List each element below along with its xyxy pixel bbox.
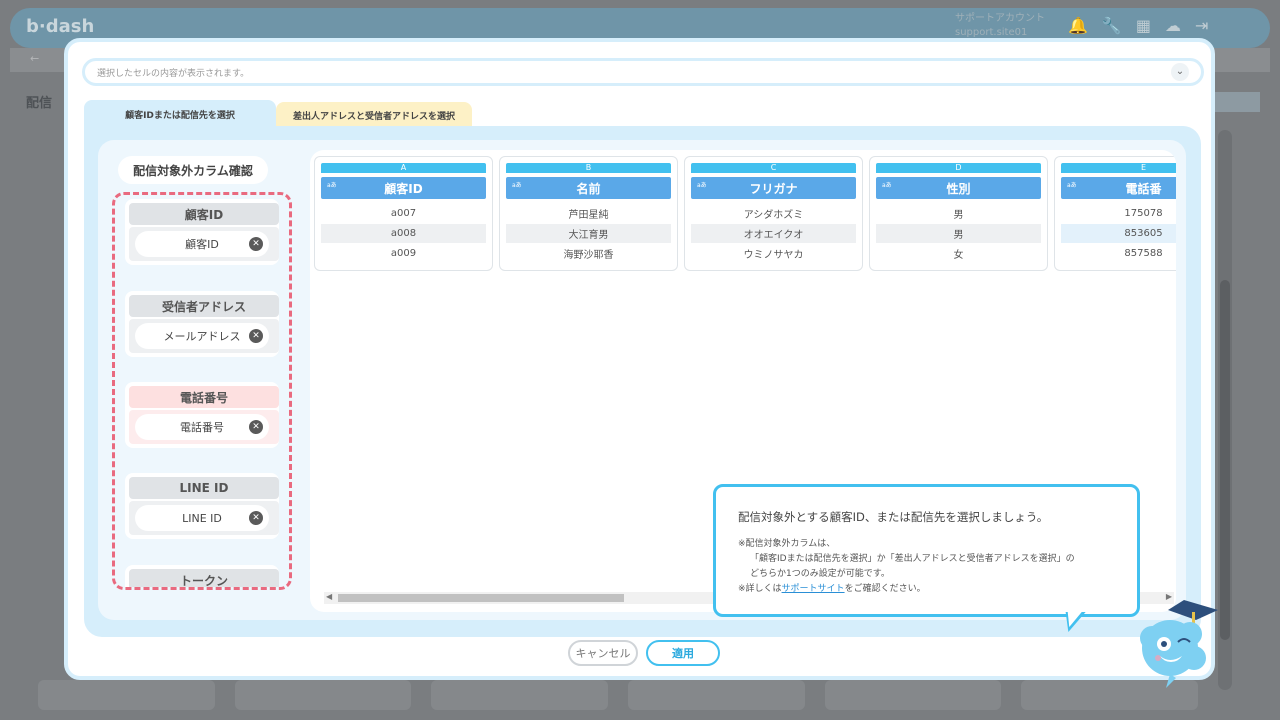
cancel-button[interactable]: キャンセル (568, 640, 638, 666)
group-header: トークン (129, 569, 279, 587)
table-cell[interactable]: a009 (321, 244, 486, 263)
column-name: 顧客ID (384, 181, 423, 196)
table-cell[interactable]: 女 (876, 244, 1041, 263)
table-cell[interactable]: a008 (321, 224, 486, 243)
column-name: 性別 (946, 181, 971, 196)
excluded-columns-title: 配信対象外カラム確認 (118, 156, 268, 184)
group-header: 電話番号 (129, 386, 279, 408)
column-header[interactable]: aあ 性別 (876, 177, 1041, 199)
table-cell[interactable]: アシダホズミ (691, 204, 856, 223)
text-type-icon: aあ (512, 182, 522, 189)
table-cell[interactable]: オオエイクオ (691, 224, 856, 243)
tab-customer-id-or-destination[interactable]: 顧客IDまたは配信先を選択 (84, 100, 276, 128)
group-token: トークン (125, 565, 279, 587)
chevron-down-icon[interactable]: ⌄ (1171, 63, 1189, 81)
remove-icon[interactable]: ✕ (249, 237, 263, 251)
table-cell[interactable]: 大江育男 (506, 224, 671, 243)
logout-icon[interactable]: ⇥ (1195, 16, 1222, 35)
table-cell[interactable]: ウミノサヤカ (691, 244, 856, 263)
bg-action-bar (1210, 92, 1260, 112)
apps-grid-icon[interactable]: ▦ (1136, 16, 1165, 35)
page-title: 配信 (26, 96, 53, 111)
apply-button[interactable]: 適用 (646, 640, 720, 666)
column-card-d[interactable]: D aあ 性別 男 男 女 (869, 156, 1048, 271)
text-type-icon: aあ (327, 182, 337, 189)
tooltip-note: どちらか1つのみ設定が可能です。 (750, 569, 890, 579)
table-cell[interactable]: 男 (876, 224, 1041, 243)
cell-content-display[interactable]: 選択したセルの内容が表示されます。 ⌄ (82, 58, 1204, 86)
table-cell[interactable]: 芦田星純 (506, 204, 671, 223)
wrench-icon[interactable]: 🔧 (1102, 16, 1136, 35)
column-name: フリガナ (749, 181, 798, 196)
column-letter: D (876, 163, 1041, 173)
table-cell[interactable]: 175078 (1061, 204, 1176, 223)
support-site-link[interactable]: サポートサイト (782, 584, 845, 594)
column-letter: C (691, 163, 856, 173)
column-card-b[interactable]: B aあ 名前 芦田星純 大江育男 海野沙耶香 (499, 156, 678, 271)
tooltip-notes: ※配信対象外カラムは、 「顧客IDまたは配信先を選択」か「差出人アドレスと受信者… (738, 537, 1117, 597)
table-cell[interactable]: 853605 (1061, 224, 1176, 243)
group-header: LINE ID (129, 477, 279, 499)
column-header[interactable]: aあ 名前 (506, 177, 671, 199)
column-letter: A (321, 163, 486, 173)
header-icons: 🔔🔧▦☁⇥ (1068, 16, 1222, 35)
column-card-a[interactable]: A aあ 顧客ID a007 a008 a009 (314, 156, 493, 271)
column-card-e[interactable]: E aあ 電話番 175078 853605 857588 (1054, 156, 1176, 271)
drop-zone[interactable]: 顧客ID 顧客ID ✕ 受信者アドレス メールアドレス ✕ 電話番号 電話番号 … (112, 192, 292, 590)
text-type-icon: aあ (882, 182, 892, 189)
remove-icon[interactable]: ✕ (249, 511, 263, 525)
column-letter: E (1061, 163, 1176, 173)
table-cell[interactable]: 海野沙耶香 (506, 244, 671, 263)
back-arrow-icon[interactable]: ← (30, 52, 39, 65)
table-cell[interactable]: 男 (876, 204, 1041, 223)
group-header: 顧客ID (129, 203, 279, 225)
text-type-icon: aあ (697, 182, 707, 189)
group-phone-number: 電話番号 電話番号 ✕ (125, 382, 279, 448)
column-name: 電話番 (1125, 181, 1162, 196)
table-cell[interactable]: 857588 (1061, 244, 1176, 263)
scroll-left-icon[interactable]: ◀ (326, 592, 332, 601)
remove-icon[interactable]: ✕ (249, 420, 263, 434)
column-name: 名前 (576, 181, 601, 196)
tooltip-note: ※配信対象外カラムは、 (738, 539, 836, 549)
tooltip-note: 「顧客IDまたは配信先を選択」か「差出人アドレスと受信者アドレスを選択」の (750, 554, 1075, 564)
remove-icon[interactable]: ✕ (249, 329, 263, 343)
mascot-icon (1130, 598, 1226, 698)
group-customer-id: 顧客ID 顧客ID ✕ (125, 199, 279, 265)
app-logo: b·dash (26, 16, 95, 37)
guide-tooltip: 配信対象外とする顧客ID、または配信先を選択しましょう。 ※配信対象外カラムは、… (713, 484, 1140, 617)
column-card-c[interactable]: C aあ フリガナ アシダホズミ オオエイクオ ウミノサヤカ (684, 156, 863, 271)
column-header[interactable]: aあ 電話番 (1061, 177, 1176, 199)
account-info: サポートアカウント support.site01 (955, 12, 1045, 40)
column-header[interactable]: aあ 顧客ID (321, 177, 486, 199)
table-cell[interactable]: a007 (321, 204, 486, 223)
bg-cards (38, 680, 1199, 710)
column-header[interactable]: aあ フリガナ (691, 177, 856, 199)
tooltip-note-support: ※詳しくはサポートサイトをご確認ください。 (738, 584, 926, 594)
group-recipient-address: 受信者アドレス メールアドレス ✕ (125, 291, 279, 357)
cell-content-placeholder: 選択したセルの内容が表示されます。 (97, 68, 250, 79)
account-label: サポートアカウント (955, 13, 1045, 24)
bell-icon[interactable]: 🔔 (1068, 16, 1102, 35)
tab-sender-recipient-address[interactable]: 差出人アドレスと受信者アドレスを選択 (276, 102, 472, 128)
text-type-icon: aあ (1067, 182, 1077, 189)
scroll-thumb[interactable] (338, 594, 624, 602)
chat-icon[interactable]: ☁ (1165, 16, 1195, 35)
column-letter: B (506, 163, 671, 173)
tooltip-title: 配信対象外とする顧客ID、または配信先を選択しましょう。 (738, 510, 1049, 524)
group-header: 受信者アドレス (129, 295, 279, 317)
group-line-id: LINE ID LINE ID ✕ (125, 473, 279, 539)
